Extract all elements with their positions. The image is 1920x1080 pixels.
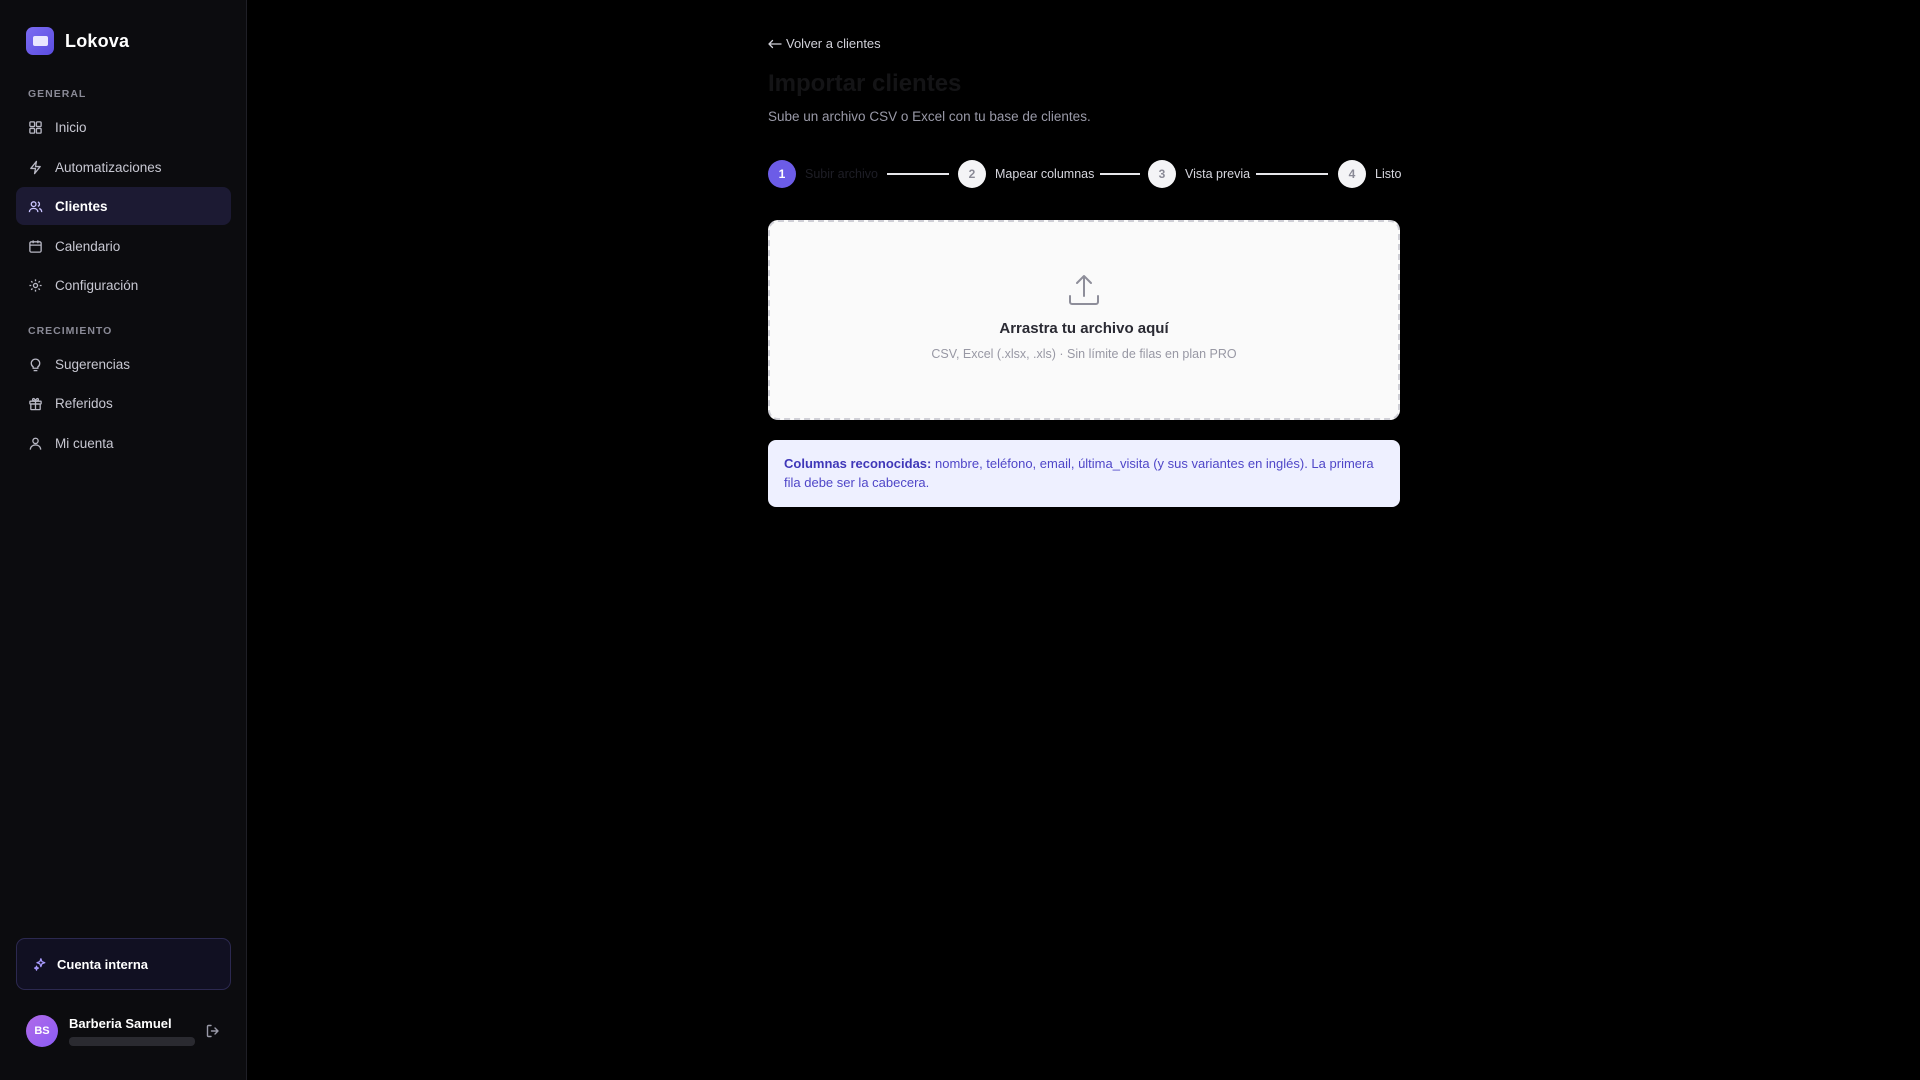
section-label-crecimiento: CRECIMIENTO xyxy=(28,325,113,337)
sidebar-item-referidos[interactable]: Referidos xyxy=(16,384,231,422)
sidebar-item-label: Clientes xyxy=(55,198,108,214)
sidebar-item-label: Referidos xyxy=(55,395,113,411)
sidebar-item-configuracion[interactable]: Configuración xyxy=(16,266,231,304)
step-connector xyxy=(887,173,949,175)
sparkle-icon xyxy=(33,958,46,971)
internal-account-label: Cuenta interna xyxy=(57,956,149,972)
page-subtitle: Sube un archivo CSV o Excel con tu base … xyxy=(768,109,1091,124)
sidebar-item-automatizaciones[interactable]: Automatizaciones xyxy=(16,148,231,186)
step-done: 4 Listo xyxy=(1338,160,1401,188)
step-number: 3 xyxy=(1148,160,1176,188)
step-label: Listo xyxy=(1375,167,1402,181)
file-dropzone[interactable]: Arrastra tu archivo aquí CSV, Excel (.xl… xyxy=(768,220,1400,420)
sidebar-item-clientes[interactable]: Clientes xyxy=(16,187,231,225)
step-number: 1 xyxy=(768,160,796,188)
step-preview: 3 Vista previa xyxy=(1148,160,1250,188)
user-profile: BS Barberia Samuel xyxy=(26,1013,226,1049)
step-number: 2 xyxy=(958,160,986,188)
dropzone-title: Arrastra tu archivo aquí xyxy=(999,320,1169,337)
sidebar: Lokova GENERAL Inicio Automatizaciones C… xyxy=(0,0,247,1080)
sidebar-item-label: Configuración xyxy=(55,277,139,293)
sidebar-item-mi-cuenta[interactable]: Mi cuenta xyxy=(16,424,231,462)
calendar-icon xyxy=(29,239,42,253)
step-number: 4 xyxy=(1338,160,1366,188)
user-email-redacted xyxy=(69,1037,195,1046)
step-map-columns: 2 Mapear columnas xyxy=(958,160,1094,188)
avatar: BS xyxy=(26,1015,58,1047)
sidebar-item-label: Calendario xyxy=(55,238,121,254)
sidebar-item-calendario[interactable]: Calendario xyxy=(16,227,231,265)
gear-icon xyxy=(29,278,42,292)
lightbulb-icon xyxy=(30,358,41,371)
logout-icon[interactable] xyxy=(205,1023,221,1039)
upload-icon xyxy=(1069,275,1099,305)
brand[interactable]: Lokova xyxy=(26,27,129,55)
back-to-clients-link[interactable]: Volver a clientes xyxy=(768,36,881,51)
user-icon xyxy=(29,437,42,450)
sidebar-item-label: Sugerencias xyxy=(55,356,131,372)
step-label: Subir archivo xyxy=(805,167,878,181)
section-label-general: GENERAL xyxy=(28,88,87,100)
back-link-label: Volver a clientes xyxy=(786,36,881,51)
page-title: Importar clientes xyxy=(768,70,962,97)
sidebar-item-sugerencias[interactable]: Sugerencias xyxy=(16,345,231,383)
brand-name: Lokova xyxy=(65,30,130,51)
arrow-left-icon xyxy=(768,39,782,48)
users-icon xyxy=(28,200,43,212)
step-label: Vista previa xyxy=(1185,167,1251,181)
sidebar-item-label: Inicio xyxy=(55,119,87,135)
step-connector xyxy=(1256,173,1328,175)
gift-icon xyxy=(29,397,42,410)
import-stepper: 1 Subir archivo 2 Mapear columnas 3 Vist… xyxy=(768,160,1401,188)
sidebar-item-label: Mi cuenta xyxy=(55,435,114,451)
info-bold-label: Columnas reconocidas: xyxy=(784,456,932,471)
step-connector xyxy=(1100,173,1140,175)
dropzone-subtitle: CSV, Excel (.xlsx, .xls) · Sin límite de… xyxy=(931,347,1237,361)
sidebar-item-label: Automatizaciones xyxy=(55,159,162,175)
brand-logo-icon xyxy=(26,27,54,55)
step-label: Mapear columnas xyxy=(995,167,1095,181)
user-name: Barberia Samuel xyxy=(69,1016,172,1031)
recognized-columns-info: Columnas reconocidas: nombre, teléfono, … xyxy=(768,440,1400,507)
sidebar-item-inicio[interactable]: Inicio xyxy=(16,108,231,146)
lightning-icon xyxy=(30,160,41,174)
internal-account-button[interactable]: Cuenta interna xyxy=(16,938,231,990)
step-upload: 1 Subir archivo xyxy=(768,160,878,188)
grid-icon xyxy=(29,120,42,134)
